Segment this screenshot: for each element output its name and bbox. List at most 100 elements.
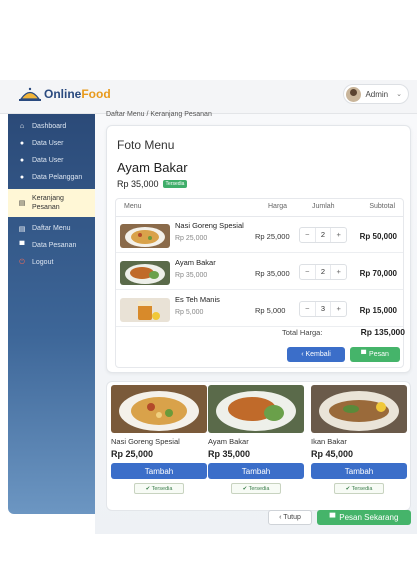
users-icon: ● xyxy=(19,157,25,164)
status-badge: Tersedia xyxy=(162,180,188,188)
sidebar-item-keranjang-pesanan[interactable]: ▤ Keranjang Pesanan xyxy=(8,189,95,217)
brand-name: OnlineFood xyxy=(44,87,111,101)
quantity-stepper: − 2 + xyxy=(299,264,347,280)
product-name: Ayam Bakar xyxy=(208,437,249,446)
quantity-value[interactable]: 2 xyxy=(314,265,332,279)
close-button[interactable]: ‹ Tutup xyxy=(268,510,312,525)
breadcrumb: Daftar Menu / Keranjang Pesanan xyxy=(106,111,212,118)
row-harga: Rp 25,000 xyxy=(255,232,290,241)
product-image xyxy=(208,385,304,433)
sidebar-item-label: Data User xyxy=(32,140,64,147)
order-button-label: Pesan xyxy=(369,351,389,358)
row-harga: Rp 35,000 xyxy=(255,269,290,278)
row-subtotal: Rp 15,000 xyxy=(359,306,397,315)
sidebar-item-data-pesanan[interactable]: ▀ Data Pesanan xyxy=(8,237,95,254)
brand-name-part1: Online xyxy=(44,87,82,101)
status-badge: ✔ Tersedia xyxy=(231,483,281,494)
column-header-jumlah: Jumlah xyxy=(312,203,335,210)
sidebar-item-logout[interactable]: ⏻ Logout xyxy=(8,254,95,271)
product-card: Ikan Bakar Rp 45,000 Tambah ✔ Tersedia xyxy=(311,385,407,494)
total-value: Rp 135,000 xyxy=(360,327,405,337)
row-subtotal: Rp 50,000 xyxy=(359,232,397,241)
product-name: Nasi Goreng Spesial xyxy=(111,437,180,446)
order-now-button[interactable]: ▀ Pesan Sekarang xyxy=(317,510,411,525)
user-name: Admin xyxy=(365,89,389,99)
status-badge: ✔ Tersedia xyxy=(134,483,184,494)
sidebar-item-label: Logout xyxy=(32,259,54,266)
row-subtotal: Rp 70,000 xyxy=(359,269,397,278)
row-name: Ayam Bakar xyxy=(175,258,216,267)
item-name: Ayam Bakar xyxy=(117,160,188,175)
product-image xyxy=(111,385,207,433)
sidebar-item-daftar-menu[interactable]: ▤ Daftar Menu xyxy=(8,220,95,237)
column-header-harga: Harga xyxy=(268,203,288,210)
add-button[interactable]: Tambah xyxy=(111,463,207,479)
avatar xyxy=(346,86,362,102)
sidebar-item-data-pelanggan[interactable]: ● Data Pelanggan xyxy=(8,169,95,186)
back-button[interactable]: ‹ Kembali xyxy=(287,347,345,362)
brand-name-part2: Food xyxy=(81,87,111,101)
power-icon: ⏻ xyxy=(19,258,25,266)
cart-icon: ▤ xyxy=(18,200,26,207)
status-badge: ✔ Tersedia xyxy=(334,483,384,494)
column-header-menu: Menu xyxy=(124,203,142,210)
column-header-subtotal: Subtotal xyxy=(369,203,395,210)
product-price: Rp 35,000 xyxy=(208,449,251,459)
increment-button[interactable]: + xyxy=(331,265,346,279)
product-card: Ayam Bakar Rp 35,000 Tambah ✔ Tersedia xyxy=(208,385,304,494)
top-header: OnlineFood Admin ⌄ xyxy=(0,80,417,114)
row-unit-price: Rp 5,000 xyxy=(175,309,204,316)
drink-thumbnail xyxy=(120,298,170,322)
row-unit-price: Rp 25,000 xyxy=(175,235,208,242)
row-unit-price: Rp 35,000 xyxy=(175,272,208,279)
quantity-value[interactable]: 2 xyxy=(314,228,332,242)
table-row: Nasi Goreng Spesial Rp 25,000 Rp 25,000 … xyxy=(116,217,403,253)
row-name: Es Teh Manis xyxy=(175,295,220,304)
menu-list-icon: ▤ xyxy=(18,225,26,233)
increment-button[interactable]: + xyxy=(331,228,346,242)
sidebar: ⌂ Dashboard ● Data User ● Data User ● Data P… xyxy=(8,114,95,514)
row-harga: Rp 5,000 xyxy=(255,306,286,315)
order-button[interactable]: ▀ Pesan xyxy=(350,347,400,362)
decrement-button[interactable]: − xyxy=(300,265,315,279)
sidebar-item-label: Keranjang Pesanan xyxy=(32,195,64,211)
food-thumbnail xyxy=(120,261,170,285)
total-label: Total Harga: xyxy=(282,328,323,337)
cart-icon: ▀ xyxy=(361,351,367,358)
home-icon: ⌂ xyxy=(19,123,25,130)
add-button[interactable]: Tambah xyxy=(311,463,407,479)
decrement-button[interactable]: − xyxy=(300,228,315,242)
add-button[interactable]: Tambah xyxy=(208,463,304,479)
cart-table: Menu Harga Jumlah Subtotal Nasi Goreng S… xyxy=(115,198,404,368)
table-row: Es Teh Manis Rp 5,000 Rp 5,000 − 3 + Rp … xyxy=(116,291,403,327)
row-name: Nasi Goreng Spesial xyxy=(175,221,244,230)
sidebar-item-label: Data User xyxy=(32,157,64,164)
quantity-stepper: − 2 + xyxy=(299,227,347,243)
sidebar-item-dashboard[interactable]: ⌂ Dashboard xyxy=(8,118,95,135)
item-price: Rp 35,000 xyxy=(117,179,159,189)
product-price: Rp 45,000 xyxy=(311,449,354,459)
order-now-label: Pesan Sekarang xyxy=(339,513,399,522)
item-price-line: Rp 35,000 Tersedia xyxy=(117,179,188,189)
quantity-value[interactable]: 3 xyxy=(314,302,332,316)
sidebar-item-label: Data Pelanggan xyxy=(32,174,83,181)
product-price: Rp 25,000 xyxy=(111,449,154,459)
brand-logo[interactable]: OnlineFood xyxy=(18,84,111,104)
increment-button[interactable]: + xyxy=(331,302,346,316)
product-image xyxy=(311,385,407,433)
food-thumbnail xyxy=(120,224,170,248)
sidebar-item-label: Data Pesanan xyxy=(32,242,77,249)
user-menu[interactable]: Admin ⌄ xyxy=(343,84,409,104)
orders-icon: ▀ xyxy=(19,242,25,249)
chevron-down-icon: ⌄ xyxy=(396,91,402,98)
product-card: Nasi Goreng Spesial Rp 25,000 Tambah ✔ T… xyxy=(111,385,207,494)
cart-icon: ▀ xyxy=(329,513,336,522)
sidebar-item-data-user[interactable]: ● Data User xyxy=(8,135,95,152)
customers-icon: ● xyxy=(19,174,25,181)
sidebar-item-data-user-2[interactable]: ● Data User xyxy=(8,152,95,169)
product-name: Ikan Bakar xyxy=(311,437,347,446)
quantity-stepper: − 3 + xyxy=(299,301,347,317)
section-title: Foto Menu xyxy=(117,138,175,152)
decrement-button[interactable]: − xyxy=(300,302,315,316)
user-icon: ● xyxy=(19,140,25,147)
